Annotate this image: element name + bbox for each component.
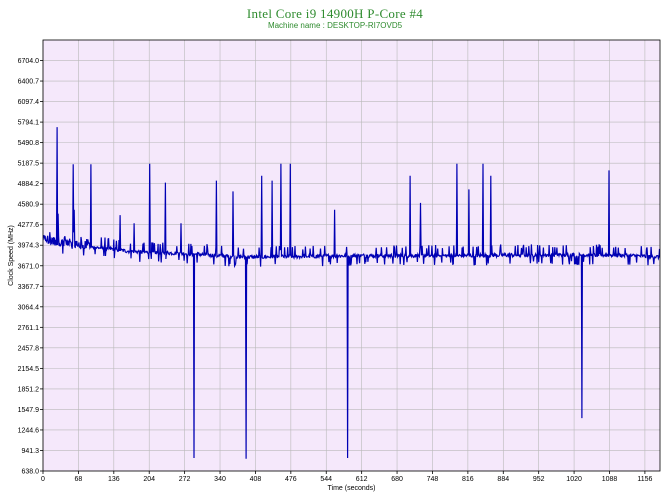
- x-tick-label: 408: [250, 476, 262, 483]
- x-tick-label: 884: [497, 476, 509, 483]
- x-tick-label: 680: [391, 476, 403, 483]
- x-tick-label: 952: [533, 476, 545, 483]
- y-axis-ticks: 638.0 941.3 1244.6 1547.9 1851.2 2154.5 2457.8…: [18, 58, 43, 476]
- x-axis-ticks: 0 68 136 204 272 340 408 476 544 612 680 748 816 884 9…: [41, 471, 653, 483]
- y-tick-label: 3367.7: [18, 284, 40, 291]
- x-tick-label: 68: [75, 476, 83, 483]
- x-tick-label: 0: [41, 476, 45, 483]
- y-tick-label: 4580.9: [18, 202, 40, 209]
- x-tick-label: 136: [108, 476, 120, 483]
- y-tick-label: 6704.0: [18, 58, 40, 65]
- y-tick-label: 3064.4: [18, 304, 40, 311]
- y-tick-label: 4277.6: [18, 222, 40, 229]
- y-tick-label: 6400.7: [18, 79, 40, 86]
- y-axis-label: Clock Speed (MHz): [8, 225, 15, 286]
- x-tick-label: 476: [285, 476, 297, 483]
- line-chart: 638.0 941.3 1244.6 1547.9 1851.2 2154.5 2457.8…: [8, 39, 661, 492]
- x-tick-label: 1020: [566, 476, 582, 483]
- y-tick-label: 941.3: [21, 448, 39, 455]
- y-tick-label: 2154.5: [18, 366, 40, 373]
- x-tick-label: 816: [462, 476, 474, 483]
- y-tick-label: 2457.8: [18, 345, 40, 352]
- y-tick-label: 2761.1: [18, 325, 40, 332]
- y-tick-label: 4884.2: [18, 181, 40, 188]
- y-tick-label: 5490.8: [18, 140, 40, 147]
- y-tick-label: 3671.0: [18, 263, 40, 270]
- y-tick-label: 1244.6: [18, 427, 40, 434]
- x-tick-label: 204: [143, 476, 155, 483]
- x-axis-label: Time (seconds): [328, 485, 376, 492]
- x-tick-label: 340: [214, 476, 226, 483]
- y-tick-label: 3974.3: [18, 243, 40, 250]
- y-tick-label: 5187.5: [18, 161, 40, 168]
- x-tick-label: 748: [427, 476, 439, 483]
- y-tick-label: 5794.1: [18, 120, 40, 127]
- y-tick-label: 6097.4: [18, 99, 40, 106]
- y-tick-label: 1547.9: [18, 407, 40, 414]
- y-tick-label: 1851.2: [18, 386, 40, 393]
- x-tick-label: 612: [356, 476, 368, 483]
- x-tick-label: 1156: [637, 476, 652, 483]
- x-tick-label: 1088: [602, 476, 618, 483]
- y-tick-label: 638.0: [21, 469, 39, 476]
- x-tick-label: 272: [179, 476, 191, 483]
- x-tick-label: 544: [320, 476, 332, 483]
